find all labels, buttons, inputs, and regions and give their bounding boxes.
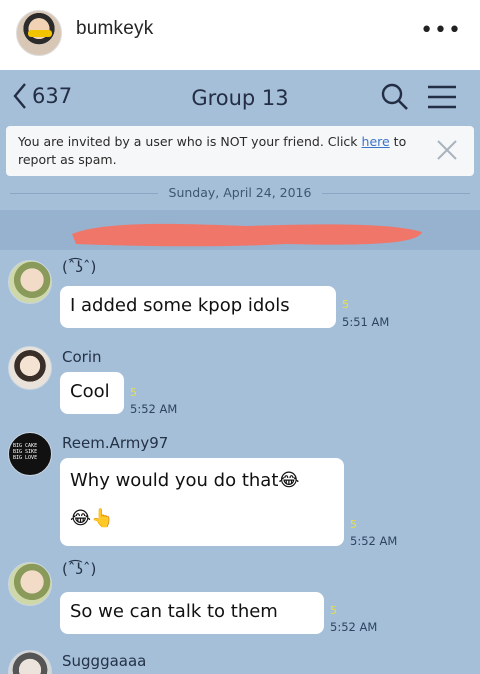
avatar[interactable]: BIG CAKE BIG SIKE BIG LOVE (8, 432, 52, 476)
menu-icon[interactable] (426, 83, 458, 111)
post-username[interactable]: bumkeyk (76, 18, 153, 40)
read-count: 5 (130, 386, 137, 399)
sender-name: (ˆ͡ʖˆ) (62, 560, 97, 578)
message-bubble: Why would you do that😂 😂👆 (60, 458, 344, 546)
sender-name: Sugggaaaa (62, 652, 147, 670)
laughing-emoji-icon: 😂 (278, 470, 300, 491)
avatar[interactable] (8, 562, 52, 606)
avatar[interactable] (8, 260, 52, 304)
date-label: Sunday, April 24, 2016 (168, 185, 312, 200)
more-dots-icon[interactable]: ••• (420, 18, 462, 43)
search-icon[interactable] (380, 82, 410, 112)
spam-banner-text: You are invited by a user who is NOT you… (18, 133, 428, 169)
close-icon[interactable] (436, 139, 458, 161)
avatar[interactable] (8, 346, 52, 390)
avatar[interactable] (8, 650, 52, 674)
date-separator: Sunday, April 24, 2016 (0, 184, 480, 202)
emoji-line: 😂👆 (70, 508, 114, 529)
redaction-scribble (72, 223, 422, 247)
chat-screen: 637 Group 13 You are invited by a user w… (0, 70, 480, 674)
sender-name: Corin (62, 348, 102, 366)
message-text: Cool (70, 381, 110, 402)
sender-name: (ˆ͡ʖˆ) (62, 258, 97, 276)
message-time: 5:52 AM (350, 534, 398, 548)
message-bubble: I added some kpop idols (60, 286, 336, 328)
post-header: bumkeyk ••• (0, 0, 480, 66)
read-count: 5 (330, 604, 337, 617)
message-time: 5:52 AM (130, 402, 178, 416)
message-time: 5:52 AM (330, 620, 378, 634)
chat-topbar: 637 Group 13 (0, 70, 480, 124)
spam-banner: You are invited by a user who is NOT you… (6, 126, 474, 176)
message-time: 5:51 AM (342, 315, 390, 329)
message-text-line: Why would you do that (70, 470, 279, 491)
message-bubble: Cool (60, 372, 124, 414)
message-text: So we can talk to them (70, 601, 278, 622)
sender-name: Reem.Army97 (62, 434, 169, 452)
message-bubble: So we can talk to them (60, 592, 324, 634)
read-count: 5 (342, 298, 349, 311)
spam-text-before: You are invited by a user who is NOT you… (18, 134, 362, 149)
message-text: I added some kpop idols (70, 295, 290, 316)
profile-avatar[interactable] (16, 10, 62, 56)
read-count: 5 (350, 518, 357, 531)
message-text: Why would you do that😂 (70, 470, 299, 491)
report-spam-link[interactable]: here (362, 134, 390, 149)
